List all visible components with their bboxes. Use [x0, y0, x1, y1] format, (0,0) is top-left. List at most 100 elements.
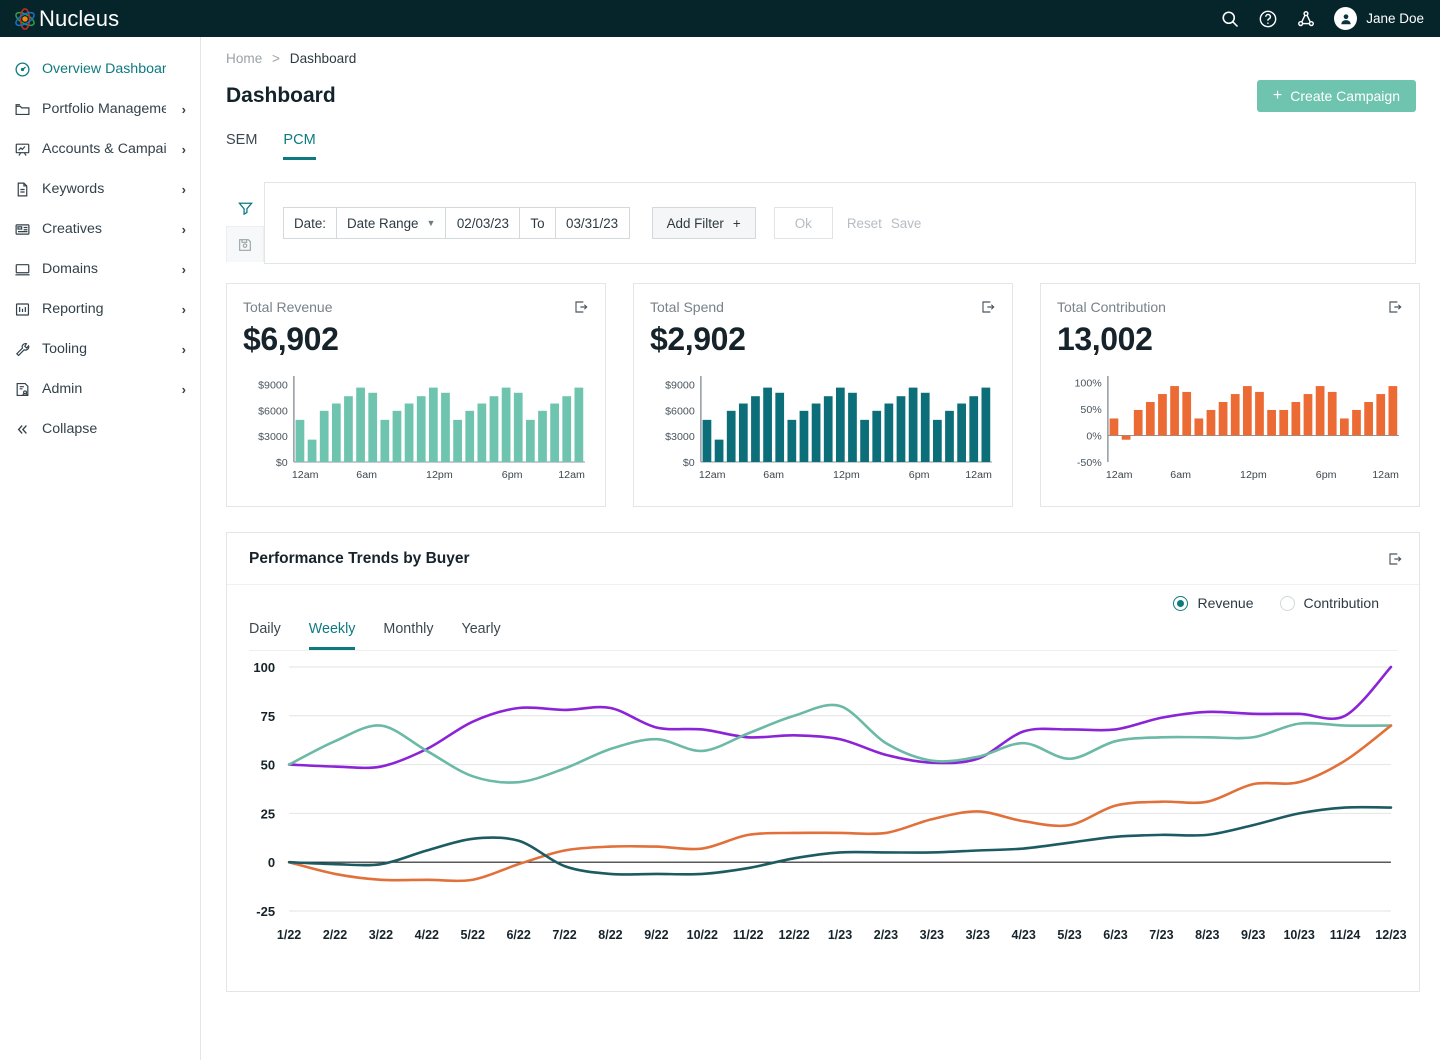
svg-text:6am: 6am — [356, 469, 377, 481]
sidebar-collapse-button[interactable]: Collapse — [0, 409, 200, 449]
svg-text:0: 0 — [268, 855, 275, 870]
breadcrumb-separator: > — [272, 51, 280, 66]
card-title: Total Revenue — [243, 299, 333, 315]
svg-text:7/23: 7/23 — [1149, 928, 1173, 942]
breadcrumb-current: Dashboard — [289, 51, 357, 66]
mini-bar-chart-contribution: 100%50%0%-50%12am 6am 12pm 6pm 12am — [1074, 376, 1399, 481]
radio-contribution-label: Contribution — [1303, 595, 1380, 611]
filter-toggle-button[interactable] — [226, 190, 264, 226]
date-from-input[interactable]: 02/03/23 — [446, 207, 521, 239]
svg-text:6pm: 6pm — [502, 469, 523, 481]
tab-sem[interactable]: SEM — [226, 132, 257, 160]
svg-text:12am: 12am — [699, 469, 726, 481]
sidebar-item-tooling[interactable]: Tooling › — [0, 329, 200, 369]
mini-bar-chart-spend: $9000 $6000 $3000 $0 12am 6am 12pm 6pm 12am — [665, 376, 992, 481]
create-campaign-label: Create Campaign — [1290, 88, 1400, 104]
performance-trends-panel: Performance Trends by Buyer Revenue Cont… — [226, 532, 1420, 992]
tab-monthly[interactable]: Monthly — [383, 621, 433, 650]
chevron-right-icon: › — [181, 381, 186, 397]
sidebar-item-label: Overview Dashboard — [42, 61, 166, 77]
trends-title: Performance Trends by Buyer — [249, 549, 470, 567]
sidebar-item-keywords[interactable]: Keywords › — [0, 169, 200, 209]
svg-text:12am: 12am — [558, 469, 585, 481]
saved-filters-button[interactable] — [226, 226, 264, 262]
export-icon[interactable] — [1387, 299, 1403, 315]
svg-text:9/23: 9/23 — [1241, 928, 1265, 942]
svg-text:6am: 6am — [1170, 469, 1191, 481]
export-icon[interactable] — [1387, 551, 1403, 567]
user-avatar-icon — [1341, 13, 1351, 24]
wrench-icon — [15, 342, 30, 356]
double-chevron-left-icon — [17, 424, 27, 434]
svg-text:9/22: 9/22 — [644, 928, 668, 942]
card-value: $6,902 — [243, 321, 339, 357]
sidebar-item-overview-dashboard[interactable]: Overview Dashboard — [0, 49, 200, 89]
tab-daily[interactable]: Daily — [249, 621, 281, 650]
avatar — [1334, 7, 1358, 30]
svg-text:25: 25 — [261, 806, 275, 821]
export-icon[interactable] — [980, 299, 996, 315]
radio-contribution[interactable]: Contribution — [1279, 595, 1380, 611]
brand-logo-area[interactable]: Nucleus — [0, 6, 119, 32]
svg-text:8/22: 8/22 — [598, 928, 622, 942]
breadcrumb-home[interactable]: Home — [226, 51, 262, 66]
sidebar-collapse-label: Collapse — [42, 421, 98, 437]
share-network-icon[interactable] — [1296, 9, 1316, 29]
sidebar-item-label: Creatives — [42, 221, 102, 237]
metric-radio-group: Revenue Contribution — [1173, 595, 1379, 611]
svg-text:6pm: 6pm — [909, 469, 930, 481]
svg-text:$0: $0 — [276, 457, 288, 469]
date-range-type-select[interactable]: Date Range ▼ — [337, 207, 447, 239]
svg-text:$9000: $9000 — [258, 380, 288, 392]
tab-yearly[interactable]: Yearly — [461, 621, 500, 650]
presentation-chart-icon — [15, 143, 30, 156]
filter-rail — [226, 182, 264, 264]
reset-link[interactable]: Reset — [847, 216, 882, 231]
plus-icon: + — [732, 215, 741, 231]
svg-text:12pm: 12pm — [426, 469, 453, 481]
export-icon[interactable] — [573, 299, 589, 315]
svg-text:1/23: 1/23 — [828, 928, 852, 942]
svg-text:4/23: 4/23 — [1011, 928, 1035, 942]
sidebar-item-label: Reporting — [42, 301, 104, 317]
ok-button[interactable]: Ok — [773, 207, 833, 239]
card-title: Total Contribution — [1057, 299, 1166, 315]
radio-revenue[interactable]: Revenue — [1173, 595, 1254, 611]
svg-text:$9000: $9000 — [665, 380, 695, 392]
sidebar-item-domains[interactable]: Domains › — [0, 249, 200, 289]
sidebar-item-admin[interactable]: Admin › — [0, 369, 200, 409]
sidebar-item-creatives[interactable]: Creatives › — [0, 209, 200, 249]
top-navigation-bar: Nucleus Jane Doe — [0, 0, 1440, 37]
tab-weekly[interactable]: Weekly — [308, 621, 356, 650]
svg-text:-50%: -50% — [1077, 457, 1103, 469]
svg-text:$6000: $6000 — [665, 405, 695, 417]
svg-text:0%: 0% — [1086, 431, 1102, 443]
sidebar-item-reporting[interactable]: Reporting › — [0, 289, 200, 329]
main-tabs: SEM PCM — [201, 112, 1440, 160]
floppy-disk-icon — [239, 238, 251, 251]
add-filter-button[interactable]: Add Filter + — [651, 207, 756, 239]
search-icon[interactable] — [1220, 9, 1240, 29]
help-icon[interactable] — [1258, 9, 1278, 29]
add-filter-label: Add Filter — [666, 215, 724, 231]
user-name: Jane Doe — [1366, 11, 1424, 26]
save-link[interactable]: Save — [891, 216, 922, 231]
kpi-card-total-contribution: Total Contribution 13,002 100% 50% 0% -50% 1… — [1040, 283, 1420, 507]
user-menu[interactable]: Jane Doe — [1334, 7, 1424, 30]
kpi-card-total-revenue: Total Revenue $6,902 $9000 $6000 $3000 $0 12… — [226, 283, 606, 507]
svg-text:11/22: 11/22 — [733, 928, 764, 942]
svg-text:12/22: 12/22 — [778, 928, 809, 942]
atom-icon — [15, 7, 35, 30]
sidebar-item-accounts-campaigns[interactable]: Accounts & Campaigns › — [0, 129, 200, 169]
tab-pcm[interactable]: PCM — [283, 132, 316, 160]
svg-text:12am: 12am — [965, 469, 992, 481]
filter-bar: Date: Date Range ▼ 02/03/23 To 03/31/23 — [283, 207, 630, 239]
filter-panel: Date: Date Range ▼ 02/03/23 To 03/31/23 … — [264, 182, 1416, 264]
svg-text:75: 75 — [261, 709, 275, 724]
create-campaign-button[interactable]: + Create Campaign — [1256, 80, 1416, 112]
chevron-right-icon: › — [181, 261, 186, 277]
date-to-input[interactable]: 03/31/23 — [555, 207, 630, 239]
sidebar-item-portfolio-management[interactable]: Portfolio Management › — [0, 89, 200, 129]
document-icon — [17, 182, 28, 196]
funnel-icon — [237, 202, 253, 215]
